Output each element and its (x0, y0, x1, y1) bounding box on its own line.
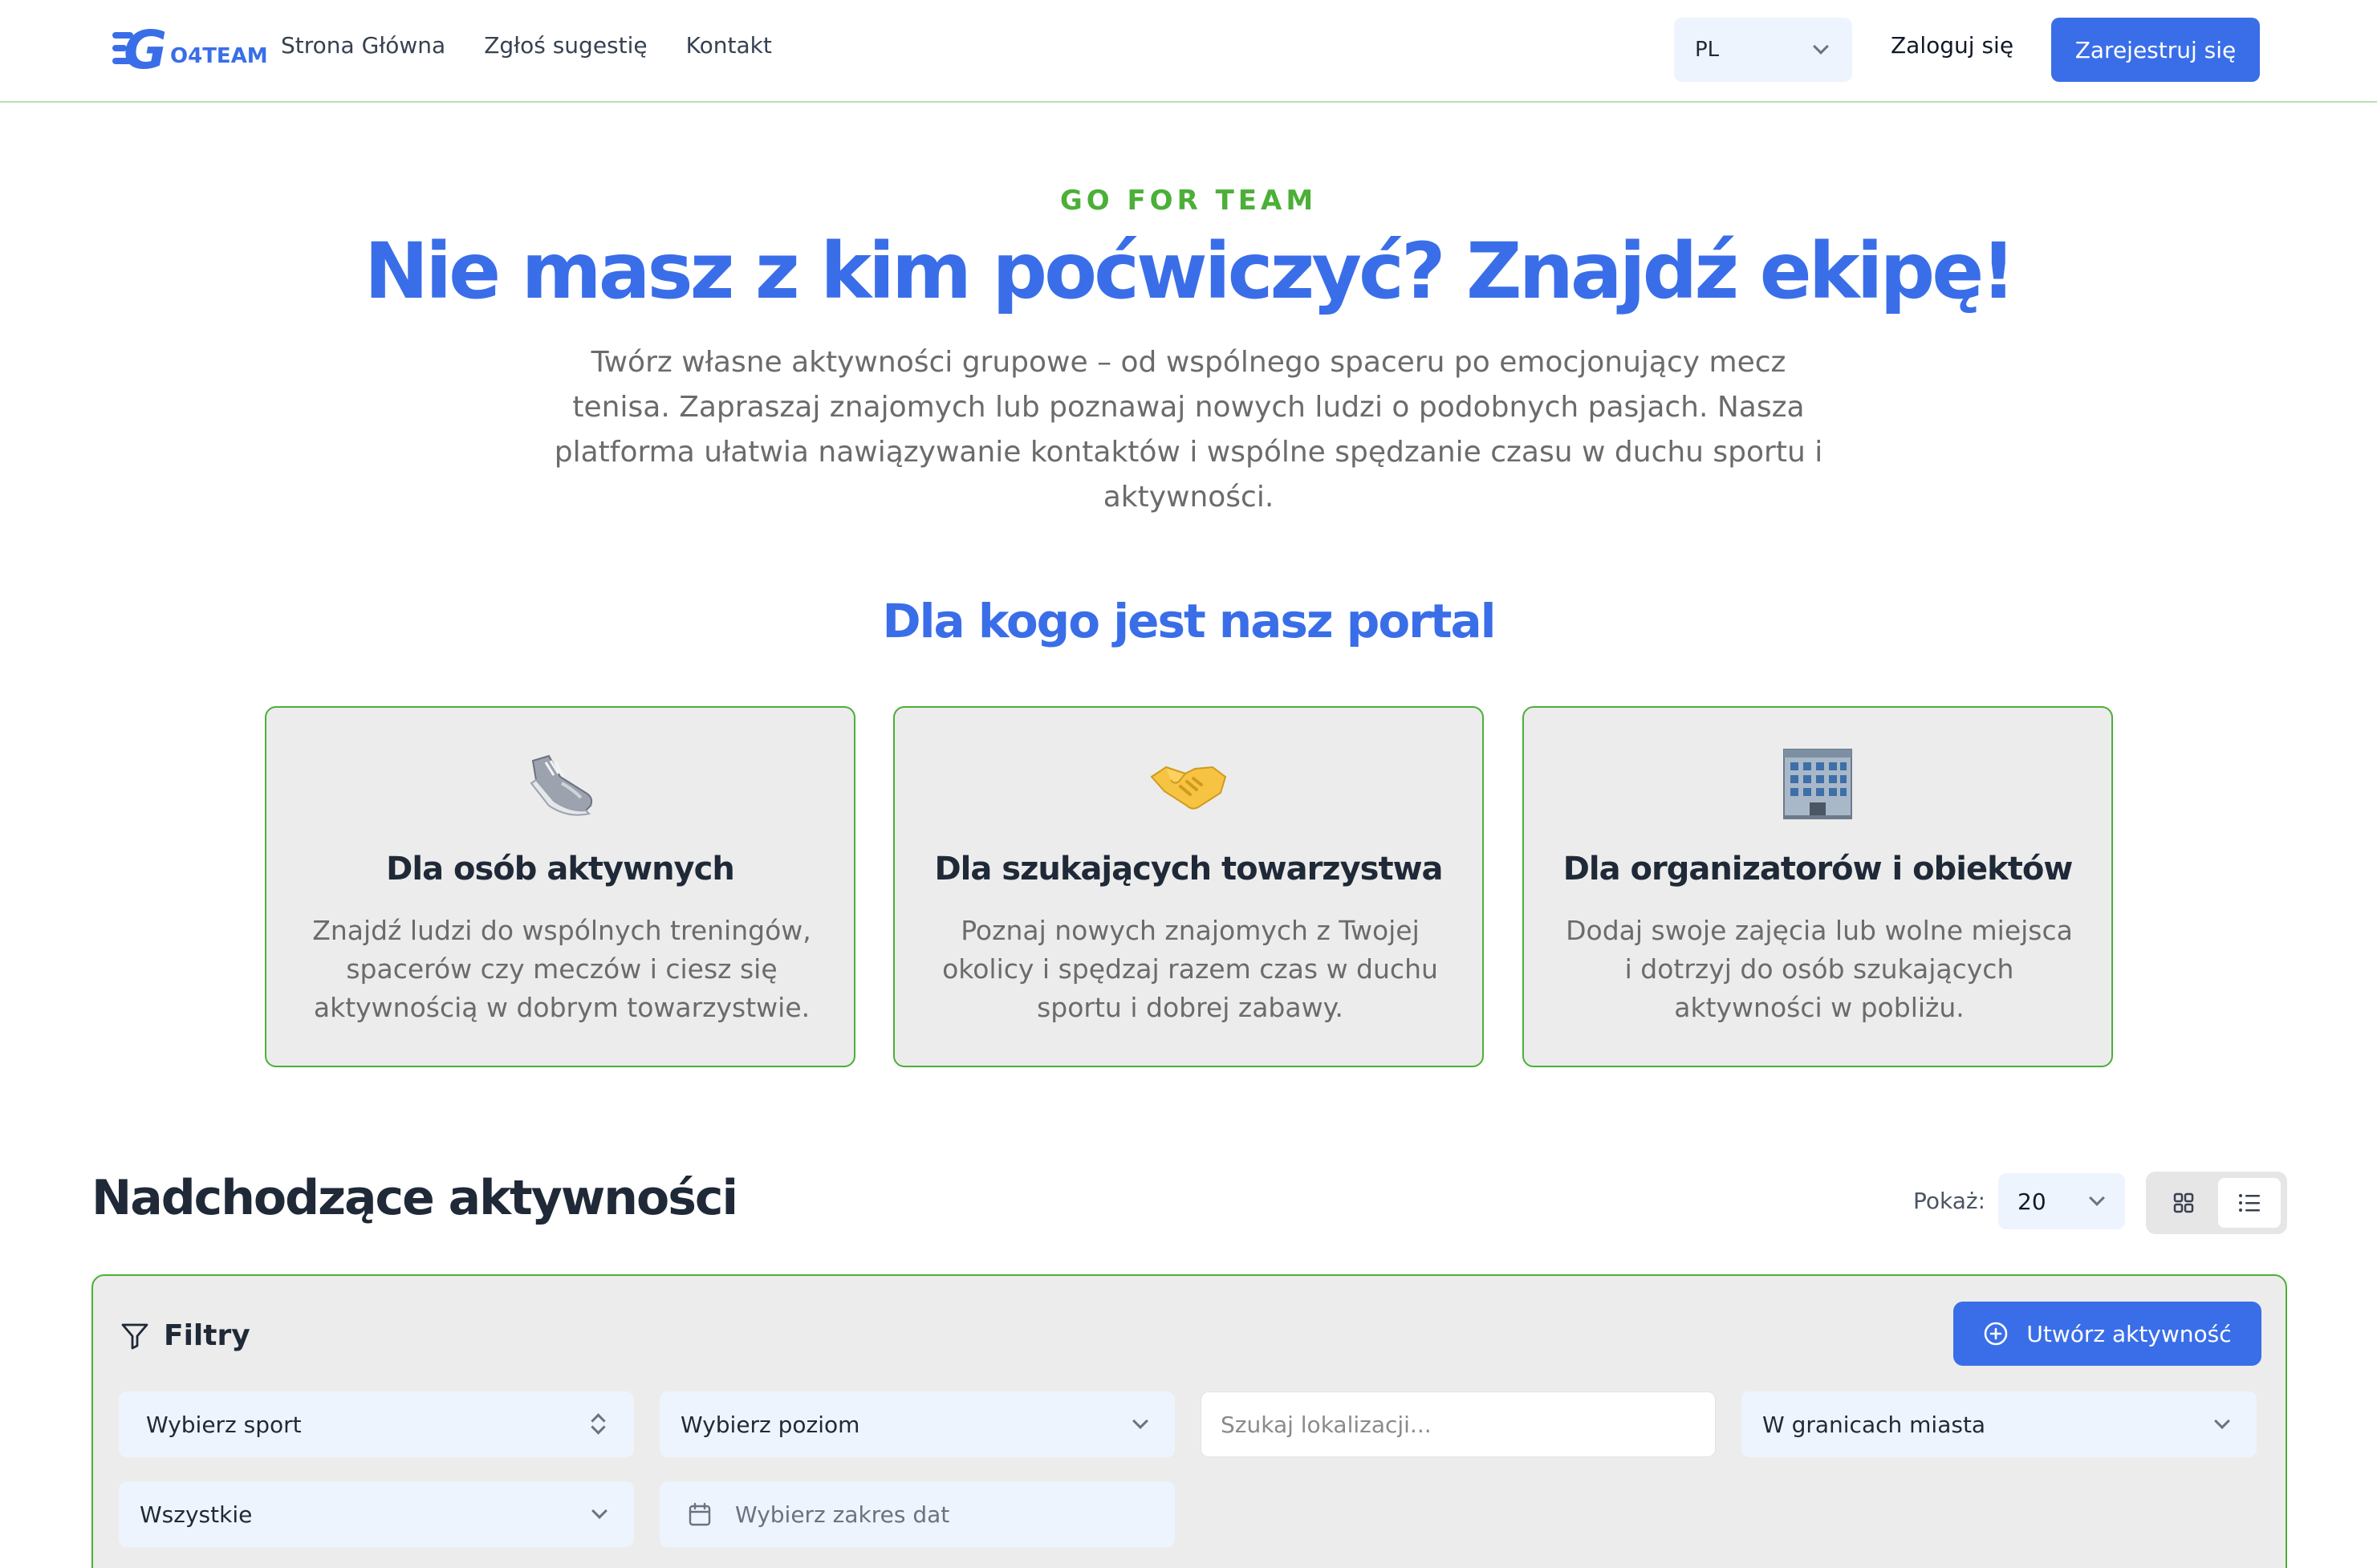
logo-mark-icon: G (112, 19, 169, 81)
type-select[interactable]: Wszystkie (119, 1481, 634, 1547)
chevron-down-icon (2089, 1190, 2105, 1206)
brand-logo[interactable]: G O4TEAM (112, 19, 268, 81)
sport-select[interactable]: Wybierz sport (119, 1391, 634, 1457)
building-icon (1524, 745, 2111, 822)
level-select[interactable]: Wybierz poziom (660, 1391, 1175, 1457)
grid-view-button[interactable] (2152, 1178, 2215, 1228)
show-count-label: Pokaż: (1913, 1188, 1986, 1214)
audience-section-title: Dla kogo jest nasz portal (882, 594, 1496, 648)
list-icon (2239, 1194, 2260, 1212)
level-select-value: Wybierz poziom (681, 1411, 860, 1438)
language-value: PL (1695, 38, 1720, 62)
card-title: Dla organizatorów i obiektów (1562, 851, 2074, 888)
chevron-down-icon (2214, 1413, 2230, 1429)
create-activity-button[interactable]: Utwórz aktywność (1953, 1302, 2261, 1366)
filters-header: Filtry (120, 1319, 250, 1352)
sneaker-icon (266, 745, 854, 822)
navbar: G O4TEAM Strona Główna Zgłoś sugestię Ko… (0, 0, 2377, 103)
plus-circle-icon (1985, 1322, 2008, 1346)
chevron-down-icon (1132, 1413, 1148, 1429)
city-scope-value: W granicach miasta (1762, 1411, 1986, 1438)
list-view-button[interactable] (2218, 1178, 2281, 1228)
hero-eyebrow: GO FOR TEAM (1059, 185, 1318, 217)
card-title: Dla szukających towarzystwa (934, 851, 1443, 888)
handshake-icon (895, 745, 1482, 822)
chevron-down-icon (591, 1503, 607, 1519)
card-title: Dla osób aktywnych (386, 851, 735, 888)
show-count-value: 20 (2017, 1188, 2046, 1215)
sport-select-value: Wybierz sport (146, 1411, 302, 1438)
nav-link-suggestion[interactable]: Zgłoś sugestię (484, 32, 647, 59)
logo-text: O4TEAM (170, 44, 268, 68)
location-search-input[interactable] (1221, 1411, 1696, 1438)
filters-title: Filtry (164, 1319, 250, 1352)
calendar-icon (689, 1502, 711, 1526)
nav-link-contact[interactable]: Kontakt (686, 32, 772, 59)
date-range-placeholder: Wybierz zakres dat (735, 1501, 950, 1528)
nav-link-home[interactable]: Strona Główna (281, 32, 445, 59)
main-nav: Strona Główna Zgłoś sugestię Kontakt (281, 32, 772, 59)
language-select[interactable]: PL (1674, 18, 1852, 82)
location-search-field[interactable] (1201, 1391, 1716, 1457)
audience-card-company: Dla szukających towarzystwa Poznaj nowyc… (893, 706, 1484, 1067)
city-scope-select[interactable]: W granicach miasta (1741, 1391, 2257, 1457)
upcoming-title: Nadchodzące aktywności (91, 1170, 738, 1226)
filters-panel: Filtry Utwórz aktywność Wybierz sport Wy… (91, 1274, 2287, 1568)
chevron-down-icon (1813, 39, 1829, 55)
hero-description: Twórz własne aktywności grupowe – od wsp… (554, 346, 1823, 514)
login-link[interactable]: Zaloguj się (1891, 32, 2013, 59)
type-select-value: Wszystkie (140, 1501, 253, 1528)
card-text: Poznaj nowych znajomych z Twojej okolicy… (942, 915, 1438, 1023)
card-text: Dodaj swoje zajęcia lub wolne miejsca i … (1566, 915, 2073, 1023)
card-text: Znajdź ludzi do wspólnych treningów, spa… (312, 915, 811, 1023)
date-range-picker[interactable]: Wybierz zakres dat (660, 1481, 1175, 1547)
show-count-select[interactable]: 20 (1998, 1173, 2125, 1229)
grid-icon (2173, 1192, 2194, 1213)
audience-card-active: Dla osób aktywnych Znajdź ludzi do wspól… (265, 706, 855, 1067)
create-activity-label: Utwórz aktywność (2026, 1320, 2232, 1347)
hero-title: Nie masz z kim poćwiczyć? Znajdź ekipę! (364, 226, 2016, 316)
filter-icon (121, 1323, 148, 1349)
select-updown-icon (591, 1412, 605, 1436)
audience-card-organizers: Dla organizatorów i obiektów Dodaj swoje… (1522, 706, 2113, 1067)
register-button[interactable]: Zarejestruj się (2051, 18, 2260, 82)
view-toggle (2146, 1172, 2287, 1234)
